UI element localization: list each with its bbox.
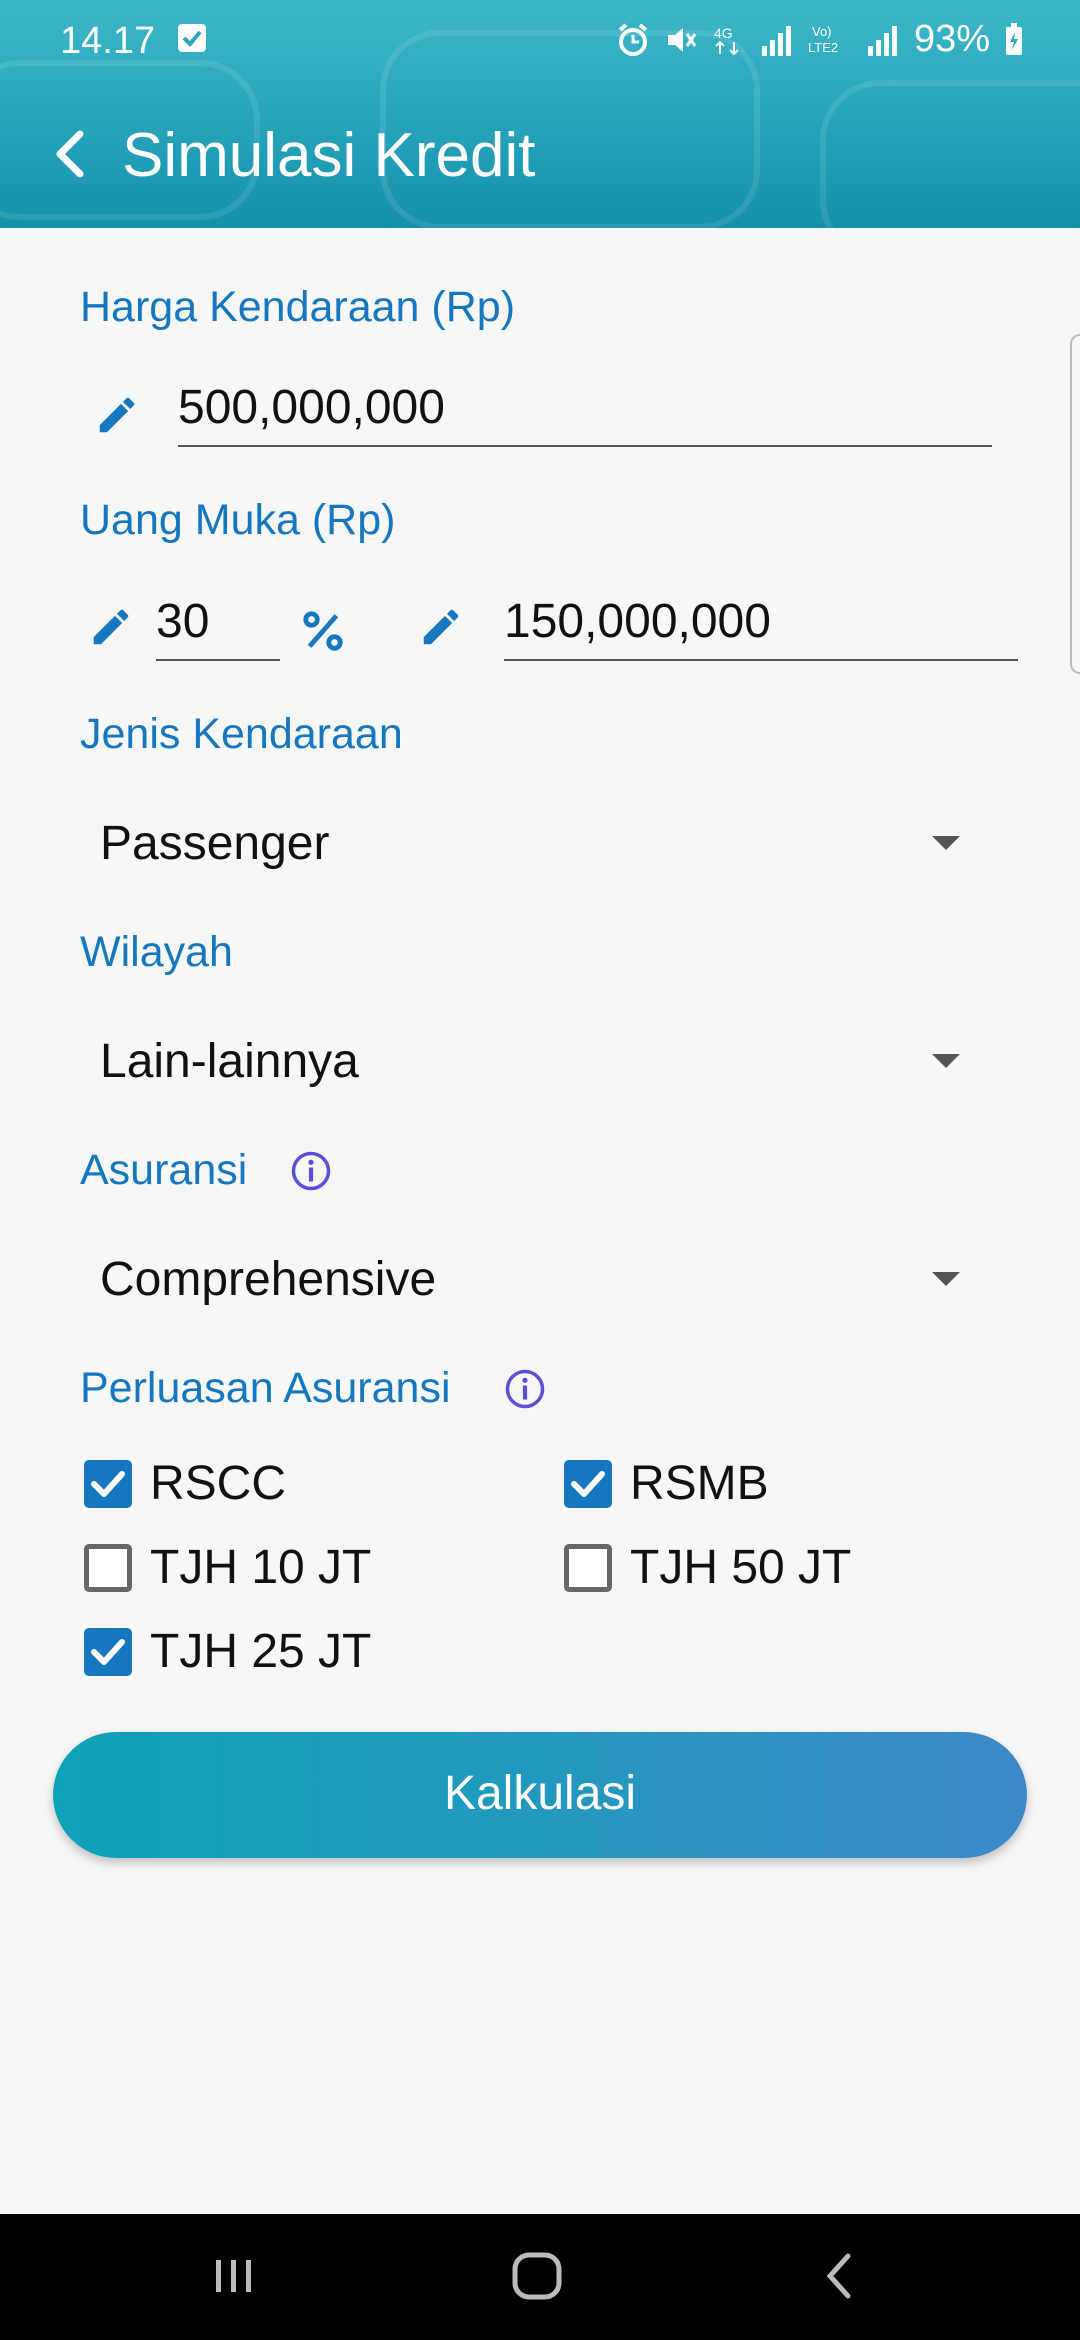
mute-icon	[667, 27, 697, 52]
checkbox-label-tjh-10-jt: TJH 10 JT	[150, 1541, 372, 1594]
down-payment-label: Uang Muka (Rp)	[80, 496, 396, 544]
volte-lte2-icon: Vo)LTE2	[808, 24, 838, 55]
checkbox-checked-icon	[84, 1628, 132, 1676]
recent-apps-icon[interactable]	[210, 2250, 258, 2302]
status-bar: 14.17 4G Vo) LTE2 93%	[0, 0, 1080, 82]
vehicle-type-label: Jenis Kendaraan	[80, 710, 403, 758]
4g-icon: 4G	[714, 25, 739, 55]
down-payment-amount-input[interactable]: 150,000,000	[504, 594, 1018, 661]
pencil-icon	[423, 609, 459, 645]
checkmark-icon	[91, 1471, 125, 1497]
signal-icon	[761, 25, 791, 56]
checkbox-unchecked-icon	[564, 1544, 612, 1592]
status-icons: 4G Vo) LTE2 93%	[616, 18, 1024, 61]
down-payment-percent-input[interactable]: 30	[156, 594, 280, 661]
system-nav-bar	[0, 2214, 1080, 2340]
svg-text:Vo): Vo)	[812, 24, 832, 39]
region-label: Wilayah	[80, 928, 233, 976]
checkbox-label-tjh-50-jt: TJH 50 JT	[630, 1541, 852, 1594]
insurance-label: Asuransi	[80, 1146, 248, 1194]
checkbox-label-tjh-25-jt: TJH 25 JT	[150, 1625, 372, 1678]
checkbox-unchecked-icon	[84, 1544, 132, 1592]
checkmark-icon	[571, 1471, 605, 1497]
back-arrow-icon[interactable]	[40, 122, 104, 186]
status-time: 14.17	[60, 20, 156, 62]
dropdown-caret-icon	[932, 1272, 960, 1286]
insurance-dropdown[interactable]: Comprehensive	[100, 1244, 960, 1324]
dropdown-caret-icon	[932, 836, 960, 850]
vehicle-type-value: Passenger	[100, 817, 330, 870]
percent-icon	[303, 611, 343, 651]
info-icon[interactable]	[504, 1368, 546, 1410]
vehicle-price-label: Harga Kendaraan (Rp)	[80, 283, 516, 331]
scrollbar-handle[interactable]	[1070, 334, 1080, 674]
alarm-icon	[618, 22, 648, 56]
insurance-extension-label: Perluasan Asuransi	[80, 1364, 451, 1412]
calculate-button[interactable]: Kalkulasi	[53, 1732, 1027, 1858]
checkbox-tjh-10-jt[interactable]	[84, 1544, 132, 1592]
checkbox-label-rsmb: RSMB	[630, 1457, 769, 1510]
app-header: 14.17 4G Vo) LTE2 93% Simulasi Kredit	[0, 0, 1080, 228]
checkbox-checked-icon	[84, 1460, 132, 1508]
checkbox-tjh-50-jt[interactable]	[564, 1544, 612, 1592]
home-icon[interactable]	[510, 2250, 566, 2302]
info-icon[interactable]	[290, 1150, 332, 1192]
vehicle-price-input[interactable]: 500,000,000	[178, 380, 992, 447]
region-dropdown[interactable]: Lain-lainnya	[100, 1026, 960, 1106]
battery-charging-icon	[1006, 22, 1022, 55]
back-icon[interactable]	[818, 2250, 862, 2302]
calculate-button-label: Kalkulasi	[443, 1767, 637, 1820]
dropdown-caret-icon	[932, 1054, 960, 1068]
checkmark-icon	[91, 1639, 125, 1665]
signal-icon	[867, 25, 897, 56]
checkbox-tjh-25-jt[interactable]	[84, 1628, 132, 1676]
vehicle-type-dropdown[interactable]: Passenger	[100, 808, 960, 888]
pencil-icon	[99, 397, 135, 433]
checkbox-rsmb[interactable]	[564, 1460, 612, 1508]
region-value: Lain-lainnya	[100, 1035, 359, 1088]
checkbox-label-rscc: RSCC	[150, 1457, 287, 1510]
insurance-value: Comprehensive	[100, 1253, 437, 1306]
svg-text:4G: 4G	[714, 25, 733, 41]
title-bar: Simulasi Kredit	[0, 100, 1080, 210]
battery-percent: 93%	[913, 18, 990, 60]
checkbox-checked-icon	[564, 1460, 612, 1508]
svg-text:LTE2: LTE2	[808, 40, 838, 55]
pencil-icon	[93, 609, 129, 645]
page-title: Simulasi Kredit	[122, 121, 536, 190]
checkbox-rscc[interactable]	[84, 1460, 132, 1508]
check-square-icon	[178, 24, 206, 52]
